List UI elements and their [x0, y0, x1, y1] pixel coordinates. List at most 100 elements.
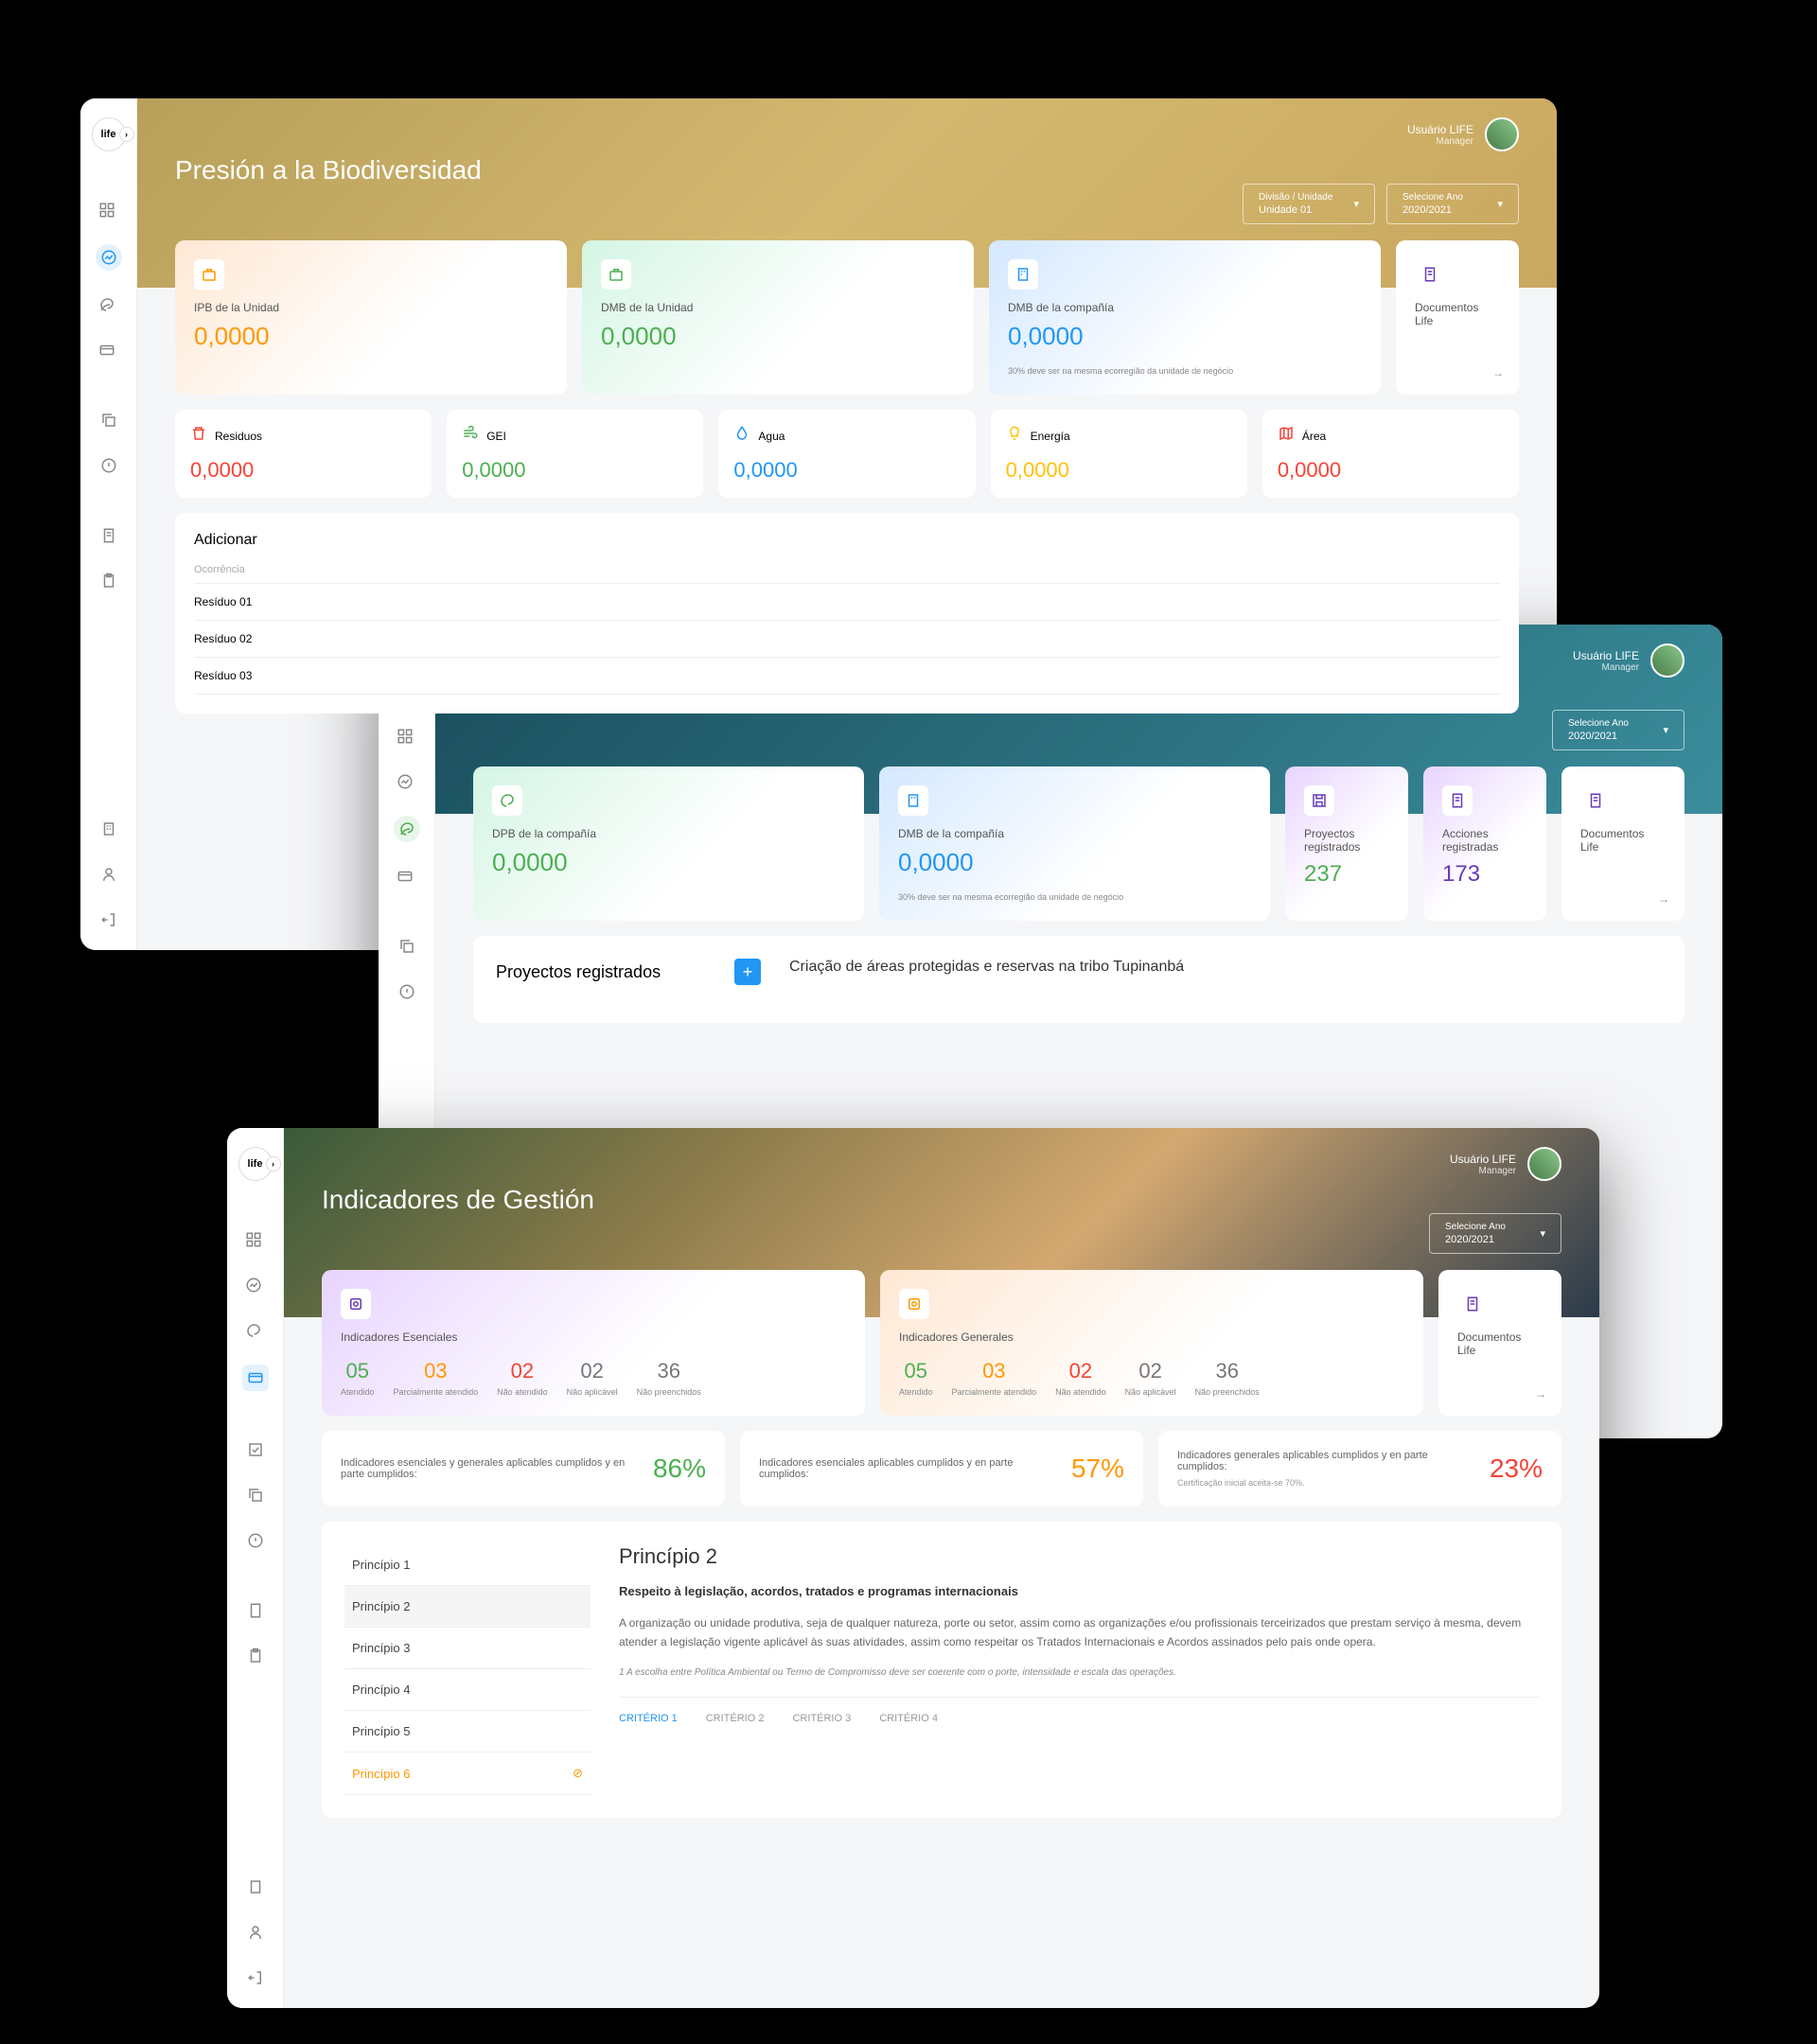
doc-icon[interactable] [244, 1599, 267, 1622]
chart-icon[interactable] [96, 244, 122, 271]
wind-icon [462, 425, 479, 447]
stat-item: 03Parcialmente atendido [394, 1359, 479, 1397]
docs-card[interactable]: Documentos Life → [1438, 1270, 1561, 1416]
criteria-tab[interactable]: CRITÉRIO 4 [879, 1713, 938, 1724]
list-item[interactable]: Resíduo 01 [194, 584, 1500, 621]
chevron-right-icon[interactable]: › [119, 127, 134, 142]
projects-section: Proyectos registrados + Criação de áreas… [473, 936, 1685, 1023]
grid-icon[interactable] [242, 1228, 265, 1251]
clipboard-icon[interactable] [244, 1645, 267, 1667]
area-card[interactable]: Área 0,0000 [1262, 410, 1519, 498]
principles-section: Princípio 1Princípio 2Princípio 3Princíp… [322, 1522, 1561, 1818]
percentage-card: Indicadores esenciales aplicables cumpli… [740, 1431, 1143, 1507]
criteria-tab[interactable]: CRITÉRIO 1 [619, 1713, 678, 1724]
chevron-down-icon: ▾ [1497, 198, 1503, 210]
doc-icon[interactable] [97, 524, 120, 547]
percentage-card: Indicadores esenciales y generales aplic… [322, 1431, 725, 1507]
avatar[interactable] [1485, 117, 1519, 151]
essential-card[interactable]: Indicadores Esenciales 05Atendido03Parci… [322, 1270, 865, 1416]
principle-item[interactable]: Princípio 5 [344, 1711, 591, 1753]
principle-item[interactable]: Princípio 1 [344, 1544, 591, 1586]
card-icon[interactable] [394, 865, 416, 888]
indicator-icon [899, 1289, 929, 1319]
stat-item: 36Não preenchidos [1195, 1359, 1260, 1397]
principle-item[interactable]: Princípio 2 [344, 1586, 591, 1628]
general-card[interactable]: Indicadores Generales 05Atendido03Parcia… [880, 1270, 1423, 1416]
check-icon[interactable] [244, 1438, 267, 1461]
year-selector[interactable]: Selecione Ano2020/2021 ▾ [1386, 184, 1519, 224]
stat-item: 02Não aplicável [1125, 1359, 1176, 1397]
sidebar: life› [80, 98, 137, 950]
avatar[interactable] [1650, 643, 1685, 678]
building-icon[interactable] [97, 818, 120, 840]
logout-icon[interactable] [97, 908, 120, 931]
document-icon [1415, 259, 1445, 290]
clipboard-icon[interactable] [97, 570, 120, 592]
year-selector[interactable]: Selecione Ano2020/2021 ▾ [1552, 710, 1685, 750]
leaf-icon[interactable] [96, 293, 118, 316]
list-item[interactable]: Resíduo 02 [194, 621, 1500, 658]
dmb-unit-card[interactable]: DMB de la Unidad 0,0000 [582, 240, 974, 395]
user-info[interactable]: Usuário LIFEManager [1450, 1147, 1561, 1181]
info-icon[interactable] [244, 1529, 267, 1552]
logo[interactable]: life› [92, 117, 126, 151]
stat-item: 36Não preenchidos [637, 1359, 701, 1397]
doc-icon [1442, 785, 1473, 816]
copy-icon[interactable] [97, 409, 120, 432]
user-icon[interactable] [244, 1921, 267, 1944]
user-info[interactable]: Usuário LIFEManager [1573, 643, 1685, 678]
docs-card[interactable]: Documentos Life → [1396, 240, 1519, 395]
stat-item: 02Não atendido [497, 1359, 548, 1397]
criteria-tab[interactable]: CRITÉRIO 2 [706, 1713, 765, 1724]
building-icon [898, 785, 928, 816]
info-icon[interactable] [97, 454, 120, 477]
list-item[interactable]: Resíduo 03 [194, 658, 1500, 695]
logo[interactable]: life› [238, 1147, 273, 1181]
gei-card[interactable]: GEI 0,0000 [447, 410, 703, 498]
briefcase-icon [601, 259, 631, 290]
proyectos-card[interactable]: Proyectos registrados 237 [1285, 766, 1408, 921]
chart-icon[interactable] [242, 1274, 265, 1296]
residuos-card[interactable]: Residuos 0,0000 [175, 410, 432, 498]
principle-item[interactable]: Princípio 6⊘ [344, 1753, 591, 1795]
user-icon[interactable] [97, 863, 120, 886]
agua-card[interactable]: Agua 0,0000 [718, 410, 975, 498]
avatar[interactable] [1527, 1147, 1561, 1181]
chart-icon[interactable] [394, 770, 416, 793]
arrow-right-icon: → [1492, 366, 1504, 379]
dmb-company-card[interactable]: DMB de la compañía 0,0000 30% deve ser n… [879, 766, 1270, 921]
user-info[interactable]: Usuário LIFEManager [1407, 117, 1519, 151]
copy-icon[interactable] [244, 1484, 267, 1507]
copy-icon[interactable] [396, 935, 418, 958]
stat-item: 02Não atendido [1055, 1359, 1106, 1397]
page-title: Indicadores de Gestión [322, 1185, 1561, 1215]
acciones-card[interactable]: Acciones registradas 173 [1423, 766, 1546, 921]
add-button[interactable]: + [734, 959, 761, 985]
chevron-right-icon[interactable]: › [266, 1156, 281, 1172]
principle-item[interactable]: Princípio 3 [344, 1628, 591, 1669]
percentage-card: Indicadores generales aplicables cumplid… [1158, 1431, 1561, 1507]
dmb-company-card[interactable]: DMB de la compañía 0,0000 30% deve ser n… [989, 240, 1381, 395]
card-icon[interactable] [242, 1365, 269, 1391]
division-selector[interactable]: Divisão / UnidadeUnidade 01 ▾ [1243, 184, 1375, 224]
indicator-icon [341, 1289, 371, 1319]
building-icon[interactable] [244, 1876, 267, 1898]
window-indicadores: life› Usuário LIFEManager [227, 1128, 1599, 2008]
leaf-icon[interactable] [394, 816, 420, 842]
grid-icon[interactable] [96, 199, 118, 221]
arrow-right-icon: → [1658, 892, 1669, 906]
leaf-icon[interactable] [242, 1319, 265, 1342]
dpb-card[interactable]: DPB de la compañía 0,0000 [473, 766, 864, 921]
energia-card[interactable]: Energía 0,0000 [991, 410, 1247, 498]
document-icon [1457, 1289, 1488, 1319]
criteria-tab[interactable]: CRITÉRIO 3 [792, 1713, 851, 1724]
principle-item[interactable]: Princípio 4 [344, 1669, 591, 1711]
save-icon [1304, 785, 1334, 816]
stat-item: 03Parcialmente atendido [952, 1359, 1037, 1397]
docs-card[interactable]: Documentos Life → [1561, 766, 1685, 921]
info-icon[interactable] [396, 980, 418, 1003]
card-icon[interactable] [96, 339, 118, 361]
year-selector[interactable]: Selecione Ano2020/2021 ▾ [1429, 1213, 1561, 1254]
ipb-card[interactable]: IPB de la Unidad 0,0000 [175, 240, 567, 395]
logout-icon[interactable] [244, 1966, 267, 1989]
